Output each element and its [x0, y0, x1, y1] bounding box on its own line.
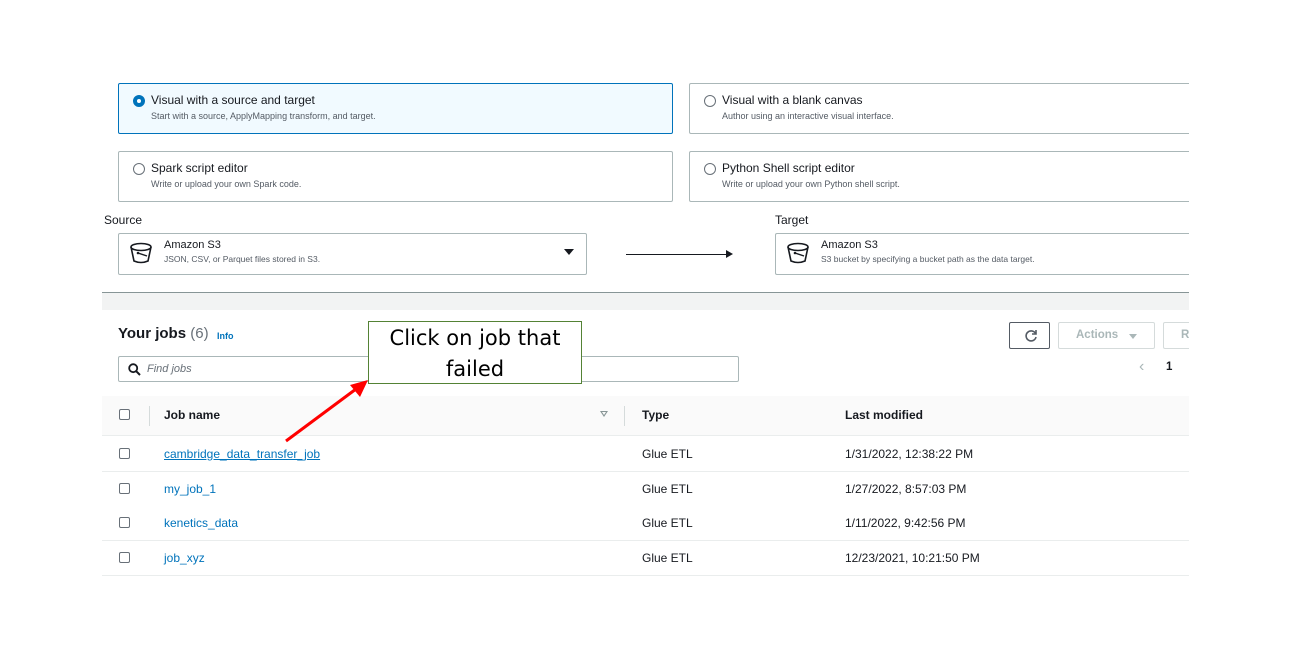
source-select[interactable]: Amazon S3 JSON, CSV, or Parquet files st… — [118, 233, 587, 275]
flow-arrow-head-icon — [726, 250, 733, 258]
search-icon — [128, 363, 141, 376]
option-description: Write or upload your own Spark code. — [151, 179, 302, 189]
annotation-arrow-icon — [285, 380, 368, 443]
target-label: Target — [775, 213, 809, 227]
option-visual-source-target[interactable]: Visual with a source and target Start wi… — [118, 83, 673, 134]
refresh-icon — [1025, 330, 1037, 342]
option-python-shell-script-editor[interactable]: Python Shell script editor Write or uplo… — [689, 151, 1209, 202]
option-description: Write or upload your own Python shell sc… — [722, 179, 900, 189]
row-checkbox[interactable] — [119, 517, 130, 528]
pager-current-page[interactable]: 1 — [1166, 361, 1172, 373]
target-select[interactable]: Amazon S3 S3 bucket by specifying a buck… — [775, 233, 1205, 275]
radio-unselected[interactable] — [704, 95, 716, 107]
bucket-icon — [787, 242, 809, 264]
table-row: kenetics_data Glue ETL 1/11/2022, 9:42:5… — [102, 506, 1189, 541]
radio-unselected[interactable] — [704, 163, 716, 175]
job-last-modified: 12/23/2021, 10:21:50 PM — [845, 551, 980, 565]
caret-down-icon — [1129, 334, 1137, 339]
job-name-link[interactable]: my_job_1 — [164, 482, 216, 496]
column-separator — [149, 406, 150, 426]
job-name-link[interactable]: kenetics_data — [164, 516, 238, 530]
source-description: JSON, CSV, or Parquet files stored in S3… — [164, 254, 321, 264]
jobs-title: Your jobs — [118, 325, 187, 342]
row-checkbox[interactable] — [119, 483, 130, 494]
target-description: S3 bucket by specifying a bucket path as… — [821, 254, 1035, 264]
job-name-link[interactable]: job_xyz — [164, 551, 205, 565]
job-type: Glue ETL — [642, 551, 693, 565]
source-label: Source — [104, 213, 143, 227]
job-last-modified: 1/27/2022, 8:57:03 PM — [845, 482, 967, 496]
option-visual-blank-canvas[interactable]: Visual with a blank canvas Author using … — [689, 83, 1209, 134]
annotation-line-1: Click on job that — [389, 326, 561, 350]
option-title: Spark script editor — [151, 161, 248, 175]
table-header: Job name Type Last modified — [102, 396, 1189, 436]
column-header-type[interactable]: Type — [642, 408, 669, 422]
column-header-job-name[interactable]: Job name — [164, 408, 220, 422]
select-all-checkbox[interactable] — [119, 409, 130, 420]
flow-arrow-line — [626, 254, 726, 255]
source-title: Amazon S3 — [164, 239, 221, 251]
option-spark-script-editor[interactable]: Spark script editor Write or upload your… — [118, 151, 673, 202]
job-type: Glue ETL — [642, 482, 693, 496]
sort-icon[interactable] — [600, 411, 608, 417]
info-link[interactable]: Info — [217, 331, 234, 341]
right-edge-mask — [1189, 0, 1290, 655]
section-divider — [102, 292, 1189, 310]
table-row: job_xyz Glue ETL 12/23/2021, 10:21:50 PM — [102, 541, 1189, 576]
target-title: Amazon S3 — [821, 239, 878, 251]
annotation-callout: Click on job that failed — [368, 321, 582, 384]
actions-button[interactable]: Actions — [1058, 322, 1155, 349]
option-title: Visual with a source and target — [151, 93, 315, 107]
option-description: Author using an interactive visual inter… — [722, 111, 894, 121]
job-last-modified: 1/31/2022, 12:38:22 PM — [845, 447, 974, 461]
annotation-line-2: failed — [445, 357, 505, 381]
bucket-icon — [130, 242, 152, 264]
caret-down-icon — [564, 249, 574, 255]
table-row: my_job_1 Glue ETL 1/27/2022, 8:57:03 PM — [102, 472, 1189, 507]
job-type: Glue ETL — [642, 516, 693, 530]
option-title: Visual with a blank canvas — [722, 93, 863, 107]
table-row: cambridge_data_transfer_job Glue ETL 1/3… — [102, 437, 1189, 472]
column-header-last-modified[interactable]: Last modified — [845, 408, 923, 422]
jobs-count: (6) — [190, 325, 209, 342]
option-description: Start with a source, ApplyMapping transf… — [151, 111, 376, 121]
pager-prev-icon[interactable]: ‹ — [1139, 358, 1144, 376]
radio-unselected[interactable] — [133, 163, 145, 175]
job-type: Glue ETL — [642, 447, 693, 461]
refresh-button[interactable] — [1009, 322, 1050, 349]
row-checkbox[interactable] — [119, 552, 130, 563]
radio-selected[interactable] — [133, 95, 145, 107]
job-name-link[interactable]: cambridge_data_transfer_job — [164, 447, 320, 461]
option-title: Python Shell script editor — [722, 161, 855, 175]
jobs-heading: Your jobs (6) — [118, 325, 209, 342]
column-separator — [624, 406, 625, 426]
row-checkbox[interactable] — [119, 448, 130, 459]
job-last-modified: 1/11/2022, 9:42:56 PM — [845, 516, 966, 530]
actions-label: Actions — [1076, 329, 1119, 341]
